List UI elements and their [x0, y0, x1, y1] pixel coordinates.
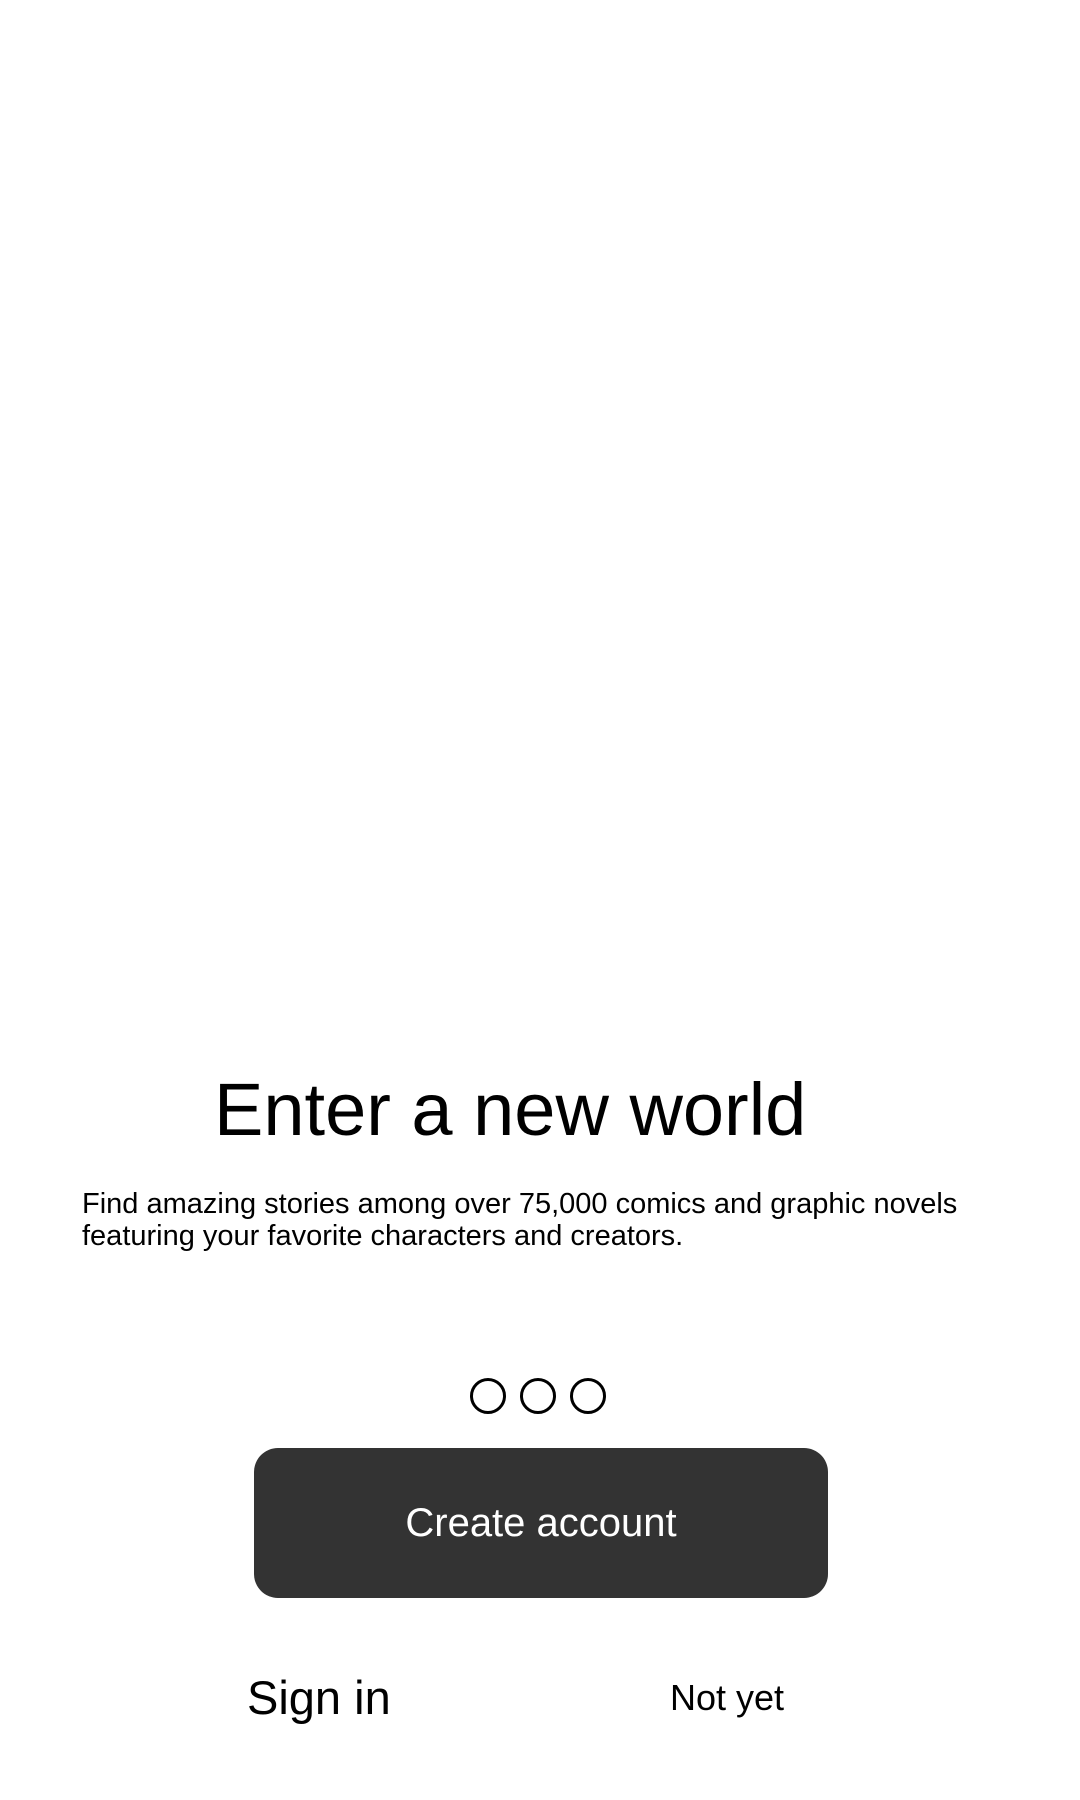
- page-indicator-dot[interactable]: [520, 1378, 556, 1414]
- hero-image-area: [0, 0, 1080, 1040]
- page-indicator: [470, 1378, 606, 1414]
- page-indicator-dot[interactable]: [570, 1378, 606, 1414]
- create-account-button[interactable]: Create account: [254, 1448, 828, 1598]
- onboarding-subtitle: Find amazing stories among over 75,000 c…: [82, 1188, 958, 1252]
- onboarding-screen: Enter a new world Find amazing stories a…: [0, 0, 1080, 1800]
- onboarding-title: Enter a new world: [214, 1068, 807, 1151]
- not-yet-button[interactable]: Not yet: [670, 1676, 784, 1720]
- page-indicator-dot[interactable]: [470, 1378, 506, 1414]
- sign-in-button[interactable]: Sign in: [247, 1670, 391, 1726]
